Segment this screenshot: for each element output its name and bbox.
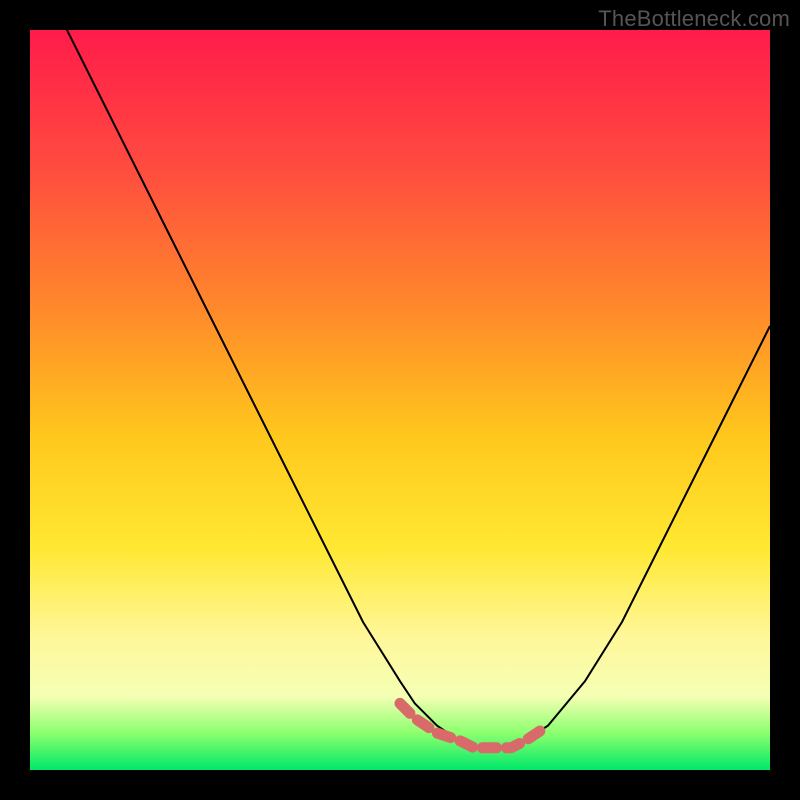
curve-layer	[30, 30, 770, 770]
watermark-text: TheBottleneck.com	[598, 6, 790, 32]
plot-area	[30, 30, 770, 770]
bottleneck-curve-path	[30, 30, 770, 748]
chart-frame: TheBottleneck.com	[0, 0, 800, 800]
